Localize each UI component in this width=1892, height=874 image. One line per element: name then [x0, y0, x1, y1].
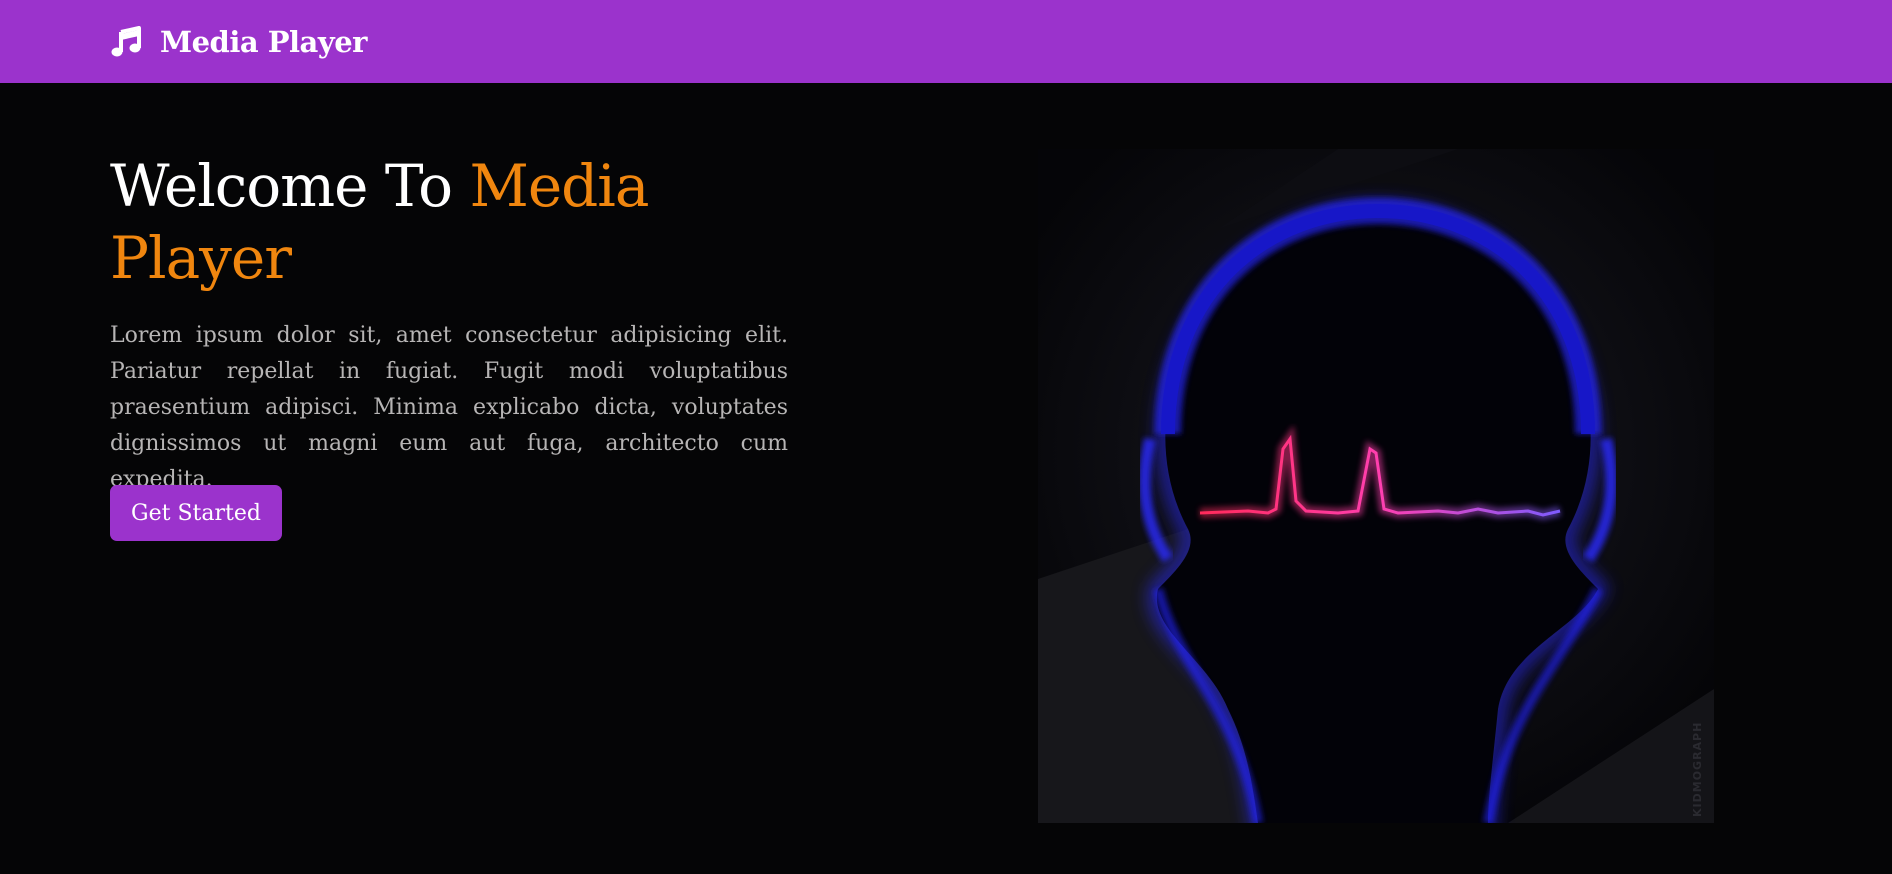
- brand-link[interactable]: Media Player: [110, 0, 367, 83]
- navbar: Media Player: [0, 0, 1892, 83]
- music-note-icon: [110, 25, 142, 58]
- brand-name: Media Player: [160, 24, 367, 59]
- get-started-button[interactable]: Get Started: [110, 485, 282, 541]
- hero-title: Welcome To Media Player: [110, 150, 810, 294]
- image-watermark: KIDMOGRAPH: [1691, 722, 1704, 817]
- hero-description: Lorem ipsum dolor sit, amet consectetur …: [110, 323, 788, 492]
- hero-image: KIDMOGRAPH: [1038, 149, 1714, 823]
- hero-title-lead: Welcome To: [110, 152, 470, 220]
